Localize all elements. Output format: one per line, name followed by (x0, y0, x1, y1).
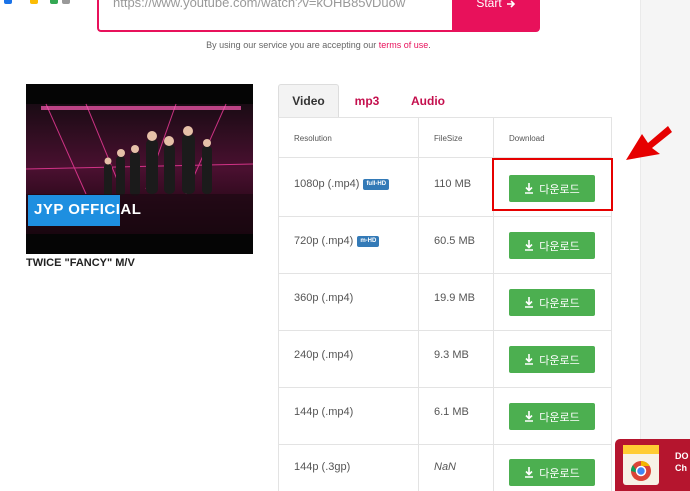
row-filesize: 60.5 MB (434, 235, 475, 247)
header-download: Download (509, 134, 545, 143)
row-filesize: 19.9 MB (434, 292, 475, 304)
row-filesize: NaN (434, 461, 457, 473)
terms-suffix: . (428, 40, 431, 50)
extension-text-line2: Ch (675, 463, 687, 473)
download-button-label: 다운로드 (539, 297, 580, 310)
row-divider (279, 330, 611, 331)
row-divider (279, 216, 611, 217)
video-title: TWICE "FANCY" M/V (26, 257, 135, 269)
terms-link[interactable]: terms of use (379, 40, 429, 50)
tab-mp3[interactable]: mp3 (342, 84, 392, 117)
resolution-text: 360p (.mp4) (294, 292, 354, 304)
extension-text: DO Ch (675, 450, 689, 474)
start-button[interactable]: Start (452, 0, 540, 32)
resolution-text: 1080p (.mp4) (294, 178, 360, 190)
download-button-label: 다운로드 (539, 467, 580, 480)
download-icon (525, 467, 534, 478)
resolution-text: 144p (.mp4) (294, 406, 354, 418)
arrow-right-icon (506, 0, 515, 8)
pointer-arrow-icon (626, 126, 672, 160)
download-button[interactable]: 다운로드 (509, 403, 595, 430)
download-button[interactable]: 다운로드 (509, 459, 595, 486)
extension-badge[interactable]: DO Ch (615, 439, 690, 491)
format-tabs: Video mp3 Audio (278, 84, 612, 117)
start-button-label: Start (476, 0, 502, 10)
video-thumbnail[interactable]: JYP OFFICIAL (26, 84, 253, 254)
row-resolution: 1080p (.mp4) full-HD (294, 178, 390, 190)
download-icon (525, 354, 534, 365)
download-button[interactable]: 다운로드 (509, 346, 595, 373)
row-filesize: 6.1 MB (434, 406, 469, 418)
page: https://www.youtube.com/watch?v=kOHB85vD… (0, 0, 690, 491)
download-button-label: 다운로드 (539, 240, 580, 253)
chrome-extension-icon (623, 445, 659, 485)
download-button[interactable]: 다운로드 (509, 289, 595, 316)
extension-text-line1: DO (675, 451, 689, 461)
row-divider (279, 444, 611, 445)
download-button-label: 다운로드 (539, 411, 580, 424)
resolution-text: 144p (.3gp) (294, 461, 351, 473)
header-resolution: Resolution (294, 134, 332, 143)
terms-notice: By using our service you are accepting o… (0, 40, 637, 50)
thumbnail-image (26, 84, 253, 254)
highlight-box (492, 158, 613, 211)
url-input-value: https://www.youtube.com/watch?v=kOHB85vD… (113, 0, 406, 10)
row-divider (279, 273, 611, 274)
tab-audio[interactable]: Audio (402, 84, 454, 117)
row-filesize: 9.3 MB (434, 349, 469, 361)
resolution-text: 720p (.mp4) (294, 235, 354, 247)
url-input[interactable]: https://www.youtube.com/watch?v=kOHB85vD… (97, 0, 452, 32)
header-filesize: FileSize (434, 134, 463, 143)
row-filesize: 110 MB (434, 178, 472, 190)
download-button-label: 다운로드 (539, 354, 580, 367)
row-resolution: 720p (.mp4) m-HD (294, 235, 380, 247)
download-icon (525, 240, 534, 251)
row-resolution: 360p (.mp4) (294, 292, 353, 304)
quality-badge: m-HD (357, 235, 380, 247)
terms-prefix: By using our service you are accepting o… (206, 40, 379, 50)
row-resolution: 144p (.3gp) (294, 461, 350, 473)
resolution-text: 240p (.mp4) (294, 349, 354, 361)
channel-logo-text: JYP OFFICIAL (34, 201, 142, 218)
row-resolution: 240p (.mp4) (294, 349, 353, 361)
download-icon (525, 297, 534, 308)
right-gutter (640, 0, 690, 491)
download-button[interactable]: 다운로드 (509, 232, 595, 259)
quality-badge: full-HD (363, 178, 390, 190)
download-icon (525, 411, 534, 422)
tab-video[interactable]: Video (278, 84, 339, 117)
row-resolution: 144p (.mp4) (294, 406, 353, 418)
column-divider (418, 118, 419, 491)
row-divider (279, 387, 611, 388)
